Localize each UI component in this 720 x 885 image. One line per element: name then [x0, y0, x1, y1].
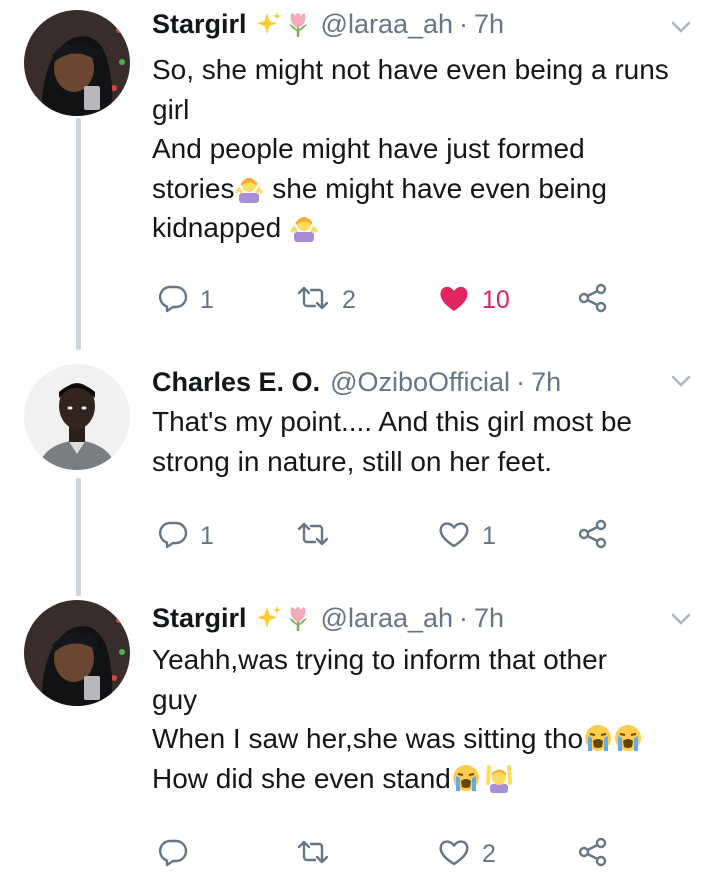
person-shrugging-emoji	[234, 173, 264, 203]
timestamp[interactable]: 7h	[474, 9, 504, 40]
chevron-down-icon[interactable]	[668, 606, 694, 632]
tweet-text-line: How did she even stand	[152, 759, 707, 799]
retweet-icon	[296, 837, 330, 872]
sparkles-icon	[255, 10, 283, 38]
tweet-text-line: kidnapped	[152, 208, 707, 248]
reply-icon	[158, 519, 188, 554]
tulip-icon	[285, 604, 311, 632]
avatar[interactable]	[24, 600, 130, 706]
user-handle[interactable]: @OziboOfficial	[330, 367, 510, 398]
like-count: 1	[482, 521, 496, 550]
avatar[interactable]	[24, 364, 130, 470]
user-handle[interactable]: @laraa_ah	[321, 9, 454, 40]
display-name[interactable]: Charles E. O.	[152, 367, 320, 398]
tweet-text-line: guy	[152, 683, 198, 715]
loudly-crying-face-emoji	[613, 723, 643, 753]
tweet-text-fragment: kidnapped	[152, 212, 290, 243]
tweet-actions: 1 1	[152, 516, 632, 556]
like-count: 2	[482, 839, 496, 868]
tweet-text-fragment: she might have even being	[264, 172, 607, 204]
tweet-header: Charles E. O. @OziboOfficial · 7h	[152, 362, 561, 402]
timestamp[interactable]: 7h	[474, 603, 504, 634]
reply-icon	[158, 837, 188, 872]
avatar[interactable]	[24, 10, 130, 116]
chevron-down-icon[interactable]	[668, 368, 694, 394]
tweet-thread: Stargirl @laraa_ah · 7h So, she might no…	[0, 0, 720, 885]
user-handle[interactable]: @laraa_ah	[321, 603, 454, 634]
reply-count: 1	[200, 521, 214, 550]
retweet-button[interactable]: 2	[296, 280, 356, 320]
share-button[interactable]	[577, 516, 609, 556]
reply-count: 1	[200, 285, 214, 314]
like-button[interactable]: 2	[438, 834, 496, 874]
heart-icon	[438, 837, 470, 872]
like-button[interactable]: 10	[438, 280, 510, 320]
separator-dot: ·	[459, 602, 469, 633]
tweet-header: Stargirl @laraa_ah · 7h	[152, 598, 504, 638]
reply-button[interactable]	[158, 834, 200, 874]
retweet-icon	[296, 519, 330, 554]
loudly-crying-face-emoji	[583, 723, 613, 753]
tweet-header: Stargirl @laraa_ah · 7h	[152, 4, 504, 44]
tweet-text: That's my point.... And this girl most b…	[152, 402, 707, 481]
tweet-text-line: Yeahh,was trying to inform that other	[152, 644, 607, 675]
tweet[interactable]: Stargirl @laraa_ah · 7h So, she might no…	[0, 0, 720, 340]
tweet-text-line: strong in nature, still on her feet.	[152, 445, 552, 477]
share-button[interactable]	[577, 834, 609, 874]
timestamp[interactable]: 7h	[531, 367, 561, 398]
display-name[interactable]: Stargirl	[152, 603, 247, 634]
heart-icon	[438, 283, 470, 318]
share-icon	[577, 518, 609, 555]
reply-button[interactable]: 1	[158, 516, 214, 556]
tweet-text-fragment: How did she even stand	[152, 762, 451, 794]
heart-icon	[438, 519, 470, 554]
tulip-icon	[285, 10, 311, 38]
tweet-text-fragment: When I saw her,she was sitting tho	[152, 723, 584, 754]
display-name[interactable]: Stargirl	[152, 9, 247, 40]
tweet[interactable]: Charles E. O. @OziboOfficial · 7h That's…	[0, 360, 720, 590]
tweet-text-line: girl	[152, 93, 190, 125]
tweet-text-line: When I saw her,she was sitting tho	[152, 719, 707, 759]
loudly-crying-face-emoji	[451, 763, 481, 793]
tweet-text-line: And people might have just formed	[152, 133, 585, 164]
separator-dot: ·	[459, 8, 469, 39]
share-button[interactable]	[577, 280, 609, 320]
retweet-button[interactable]	[296, 516, 342, 556]
retweet-button[interactable]	[296, 834, 342, 874]
chevron-down-icon[interactable]	[668, 14, 694, 40]
retweet-count: 2	[342, 285, 356, 314]
tweet-text-fragment: stories	[152, 172, 235, 204]
tweet[interactable]: Stargirl @laraa_ah · 7h Yeahh,was trying…	[0, 598, 720, 885]
tweet-text: So, she might not have even being a runs…	[152, 50, 707, 248]
share-icon	[577, 836, 609, 873]
tweet-text: Yeahh,was trying to inform that other gu…	[152, 640, 707, 798]
tweet-text-line: That's my point.... And this girl most b…	[152, 406, 632, 437]
tweet-actions: 2	[152, 834, 632, 874]
retweet-icon	[296, 283, 330, 318]
reply-button[interactable]: 1	[158, 280, 214, 320]
person-raising-hands-emoji	[484, 763, 514, 793]
share-icon	[577, 282, 609, 319]
sparkles-icon	[255, 604, 283, 632]
separator-dot: ·	[516, 366, 526, 397]
like-button[interactable]: 1	[438, 516, 496, 556]
person-shrugging-emoji	[289, 212, 319, 242]
tweet-actions: 1 2 10	[152, 280, 632, 320]
reply-icon	[158, 283, 188, 318]
tweet-text-line: So, she might not have even being a runs	[152, 54, 669, 85]
tweet-text-line: stories she might have even being	[152, 169, 707, 209]
like-count: 10	[482, 285, 510, 314]
